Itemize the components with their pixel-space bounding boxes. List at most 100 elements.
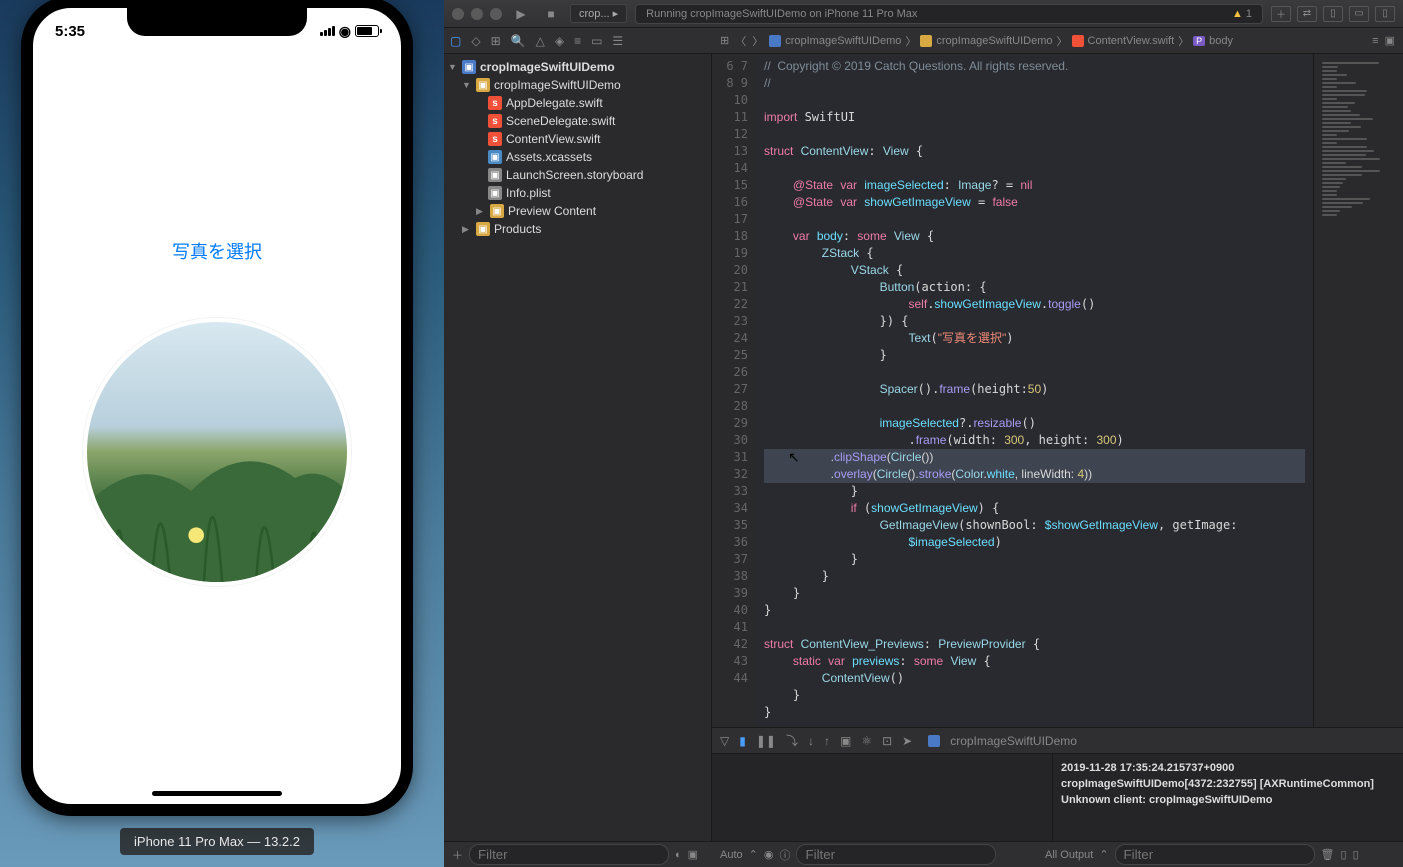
back-button[interactable]: 〈 [735, 33, 746, 49]
memory-graph-icon[interactable]: ⚛ [861, 734, 872, 748]
hide-debug-icon[interactable]: ▽ [720, 734, 729, 748]
toggle-console-icon[interactable]: ▯ [1353, 848, 1359, 861]
toggle-right-panel-button[interactable]: ▯ [1375, 6, 1395, 22]
minimize-window-icon[interactable] [471, 8, 483, 20]
info-icon[interactable]: ⓘ [779, 847, 790, 863]
related-items-icon[interactable]: ⊞ [720, 34, 729, 47]
window-controls[interactable] [452, 8, 502, 20]
iphone-frame: 5:35 ◉ 写真を選択 [21, 0, 413, 816]
line-gutter: 6 7 8 9 10 11 12 13 14 15 16 17 18 19 20… [712, 54, 756, 727]
swift-file-icon [1072, 35, 1084, 47]
quicklook-icon[interactable]: ◉ [764, 848, 774, 861]
target-icon [928, 735, 940, 747]
step-out-icon[interactable]: ↑ [824, 734, 830, 748]
editor-header: ⊞ 〈 〉 cropImageSwiftUIDemo 〉 cropImageSw… [712, 28, 1403, 54]
debug-view-icon[interactable]: ▣ [840, 734, 851, 748]
toggle-left-panel-button[interactable]: ▯ [1323, 6, 1343, 22]
xcode-window: ▶ ■ crop... ▸ Running cropImageSwiftUIDe… [444, 0, 1403, 867]
warning-icon: ▲ [1232, 8, 1243, 20]
debug-target-label[interactable]: cropImageSwiftUIDemo [950, 734, 1077, 748]
file-item-infoplist[interactable]: ▣Info.plist [444, 184, 711, 202]
run-button[interactable]: ▶ [510, 5, 532, 23]
folder-icon [920, 35, 932, 47]
file-item-launchscreen[interactable]: ▣LaunchScreen.storyboard [444, 166, 711, 184]
file-item-assets[interactable]: ▣Assets.xcassets [444, 148, 711, 166]
scm-filter-icon[interactable]: ▣ [688, 848, 698, 861]
console-filter-input[interactable] [1115, 844, 1315, 865]
editor-options-icon[interactable]: ≡ [1372, 35, 1378, 47]
issue-tab[interactable]: △ [536, 34, 545, 48]
ios-simulator: 5:35 ◉ 写真を選択 iPhone 11 Pro Max — 13.2.2 [12, 0, 422, 856]
navigator-filter-input[interactable] [469, 844, 669, 865]
minimap-content [1322, 62, 1395, 218]
project-icon [769, 35, 781, 47]
folder-item[interactable]: ▼▣cropImageSwiftUIDemo [444, 76, 711, 94]
property-icon: P [1193, 36, 1205, 46]
clear-console-icon[interactable]: 🗑 [1321, 848, 1335, 861]
location-icon[interactable]: ➤ [902, 734, 912, 748]
activity-status: Running cropImageSwiftUIDemo on iPhone 1… [635, 4, 1263, 24]
project-root[interactable]: ▼▣cropImageSwiftUIDemo [444, 58, 711, 76]
app-content: 写真を選択 [33, 8, 401, 804]
toggle-vars-icon[interactable]: ▯ [1341, 848, 1347, 861]
assistant-editor-icon[interactable]: ▣ [1385, 34, 1395, 47]
project-navigator[interactable]: ▼▣cropImageSwiftUIDemo ▼▣cropImageSwiftU… [444, 54, 712, 841]
report-tab[interactable]: ☰ [612, 34, 623, 48]
file-tree: ▼▣cropImageSwiftUIDemo ▼▣cropImageSwiftU… [444, 54, 711, 242]
navigator-tabs: ▢ ◇ ⊞ 🔍 △ ◈ ≡ ▭ ☰ [444, 28, 712, 54]
folder-products[interactable]: ▶▣Products [444, 220, 711, 238]
debug-toolbar: ▽ ▮ ❚❚ ⤵ ↓ ↑ ▣ ⚛ ⊡ ➤ cropImageSwiftUIDem… [712, 728, 1403, 754]
editor-body: 6 7 8 9 10 11 12 13 14 15 16 17 18 19 20… [712, 54, 1403, 727]
simulator-device-label: iPhone 11 Pro Max — 13.2.2 [120, 828, 314, 855]
scheme-selector[interactable]: crop... ▸ [570, 4, 627, 23]
step-into-icon[interactable]: ↓ [808, 734, 814, 748]
file-item-scenedelegate[interactable]: sSceneDelegate.swift [444, 112, 711, 130]
navigator-footer: ＋ ◐ ▣ [444, 841, 712, 867]
minimap[interactable] [1313, 54, 1403, 727]
library-button[interactable]: ＋ [1271, 6, 1291, 22]
xcode-main: ▢ ◇ ⊞ 🔍 △ ◈ ≡ ▭ ☰ ▼▣cropImageSwiftUIDemo… [444, 28, 1403, 867]
debug-area: ▽ ▮ ❚❚ ⤵ ↓ ↑ ▣ ⚛ ⊡ ➤ cropImageSwiftUIDem… [712, 727, 1403, 867]
breakpoint-tab[interactable]: ▭ [591, 34, 602, 48]
warning-badge[interactable]: ▲1 [1232, 8, 1252, 20]
add-target-button[interactable]: ＋ [452, 847, 463, 863]
breakpoints-toggle[interactable]: ▮ [739, 734, 746, 748]
console-output[interactable]: 2019-11-28 17:35:24.215737+0900 cropImag… [1053, 754, 1403, 841]
folder-preview-content[interactable]: ▶▣Preview Content [444, 202, 711, 220]
recent-filter-icon[interactable]: ◐ [675, 849, 682, 861]
editor-area: ⊞ 〈 〉 cropImageSwiftUIDemo 〉 cropImageSw… [712, 28, 1403, 867]
variables-filter-input[interactable] [796, 844, 996, 865]
environment-icon[interactable]: ⊡ [882, 734, 892, 748]
all-output-selector[interactable]: All Output [1045, 849, 1093, 861]
source-control-tab[interactable]: ◇ [471, 34, 480, 48]
select-photo-button[interactable]: 写真を選択 [172, 238, 262, 264]
toolbar-right-group: ＋ ⇄ ▯ ▭ ▯ [1271, 6, 1395, 22]
stop-button[interactable]: ■ [540, 5, 562, 23]
file-item-appdelegate[interactable]: sAppDelegate.swift [444, 94, 711, 112]
breadcrumb[interactable]: cropImageSwiftUIDemo 〉 cropImageSwiftUID… [769, 33, 1233, 49]
code-editor[interactable]: // Copyright © 2019 Catch Questions. All… [756, 54, 1313, 727]
notch [127, 8, 307, 36]
grass-illustration [87, 426, 347, 582]
xcode-toolbar: ▶ ■ crop... ▸ Running cropImageSwiftUIDe… [444, 0, 1403, 28]
symbol-tab[interactable]: ⊞ [491, 34, 501, 48]
test-tab[interactable]: ◈ [555, 34, 564, 48]
home-indicator[interactable] [152, 791, 282, 796]
debug-body: 2019-11-28 17:35:24.215737+0900 cropImag… [712, 754, 1403, 841]
close-window-icon[interactable] [452, 8, 464, 20]
variables-view[interactable] [712, 754, 1053, 841]
status-text: Running cropImageSwiftUIDemo on iPhone 1… [646, 8, 917, 20]
toggle-bottom-panel-button[interactable]: ▭ [1349, 6, 1369, 22]
forward-button[interactable]: 〉 [752, 33, 763, 49]
code-review-button[interactable]: ⇄ [1297, 6, 1317, 22]
selected-image-preview [83, 318, 351, 586]
file-item-contentview[interactable]: sContentView.swift [444, 130, 711, 148]
step-over-icon[interactable]: ⤵ [786, 732, 798, 749]
zoom-window-icon[interactable] [490, 8, 502, 20]
debug-footer: Auto⌃ ◉ ⓘ All Output⌃ 🗑 ▯ ▯ [712, 841, 1403, 867]
find-tab[interactable]: 🔍 [511, 34, 526, 48]
pause-button[interactable]: ❚❚ [756, 734, 776, 748]
auto-label[interactable]: Auto [720, 849, 743, 861]
debug-tab[interactable]: ≡ [574, 34, 581, 48]
project-navigator-tab[interactable]: ▢ [450, 34, 461, 48]
